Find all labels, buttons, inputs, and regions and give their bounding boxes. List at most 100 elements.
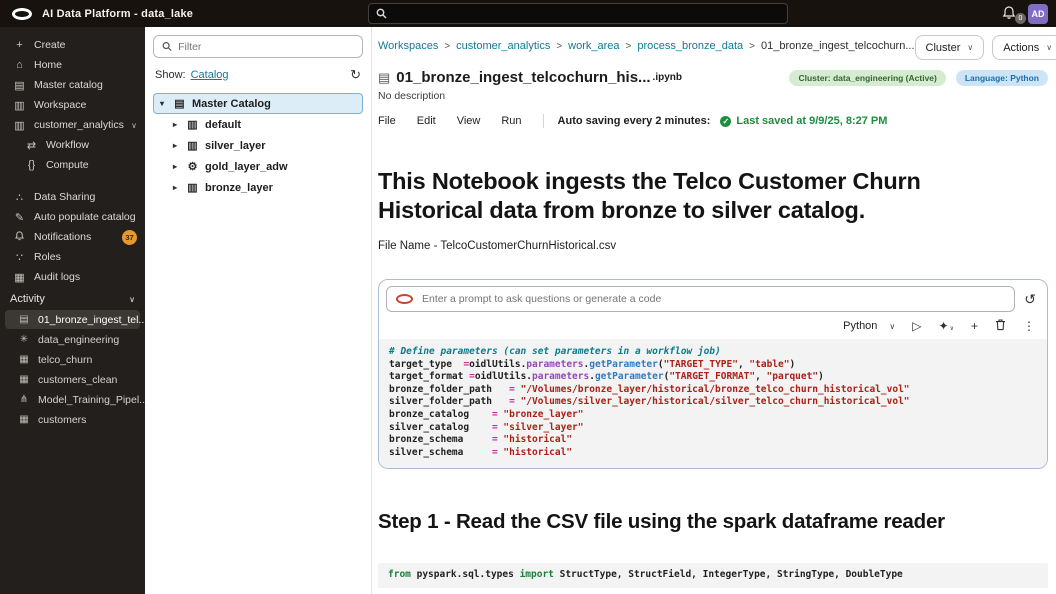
activity-item-table[interactable]: ▦ telco_churn: [5, 350, 140, 369]
caret-down-icon[interactable]: ▾: [160, 99, 172, 108]
sidebar-item-roles[interactable]: ∵ Roles: [0, 247, 145, 267]
plus-icon: +: [16, 39, 23, 51]
notebook-badges: Cluster: data_engineering (Active) Langu…: [789, 69, 1048, 86]
breadcrumb-work-area[interactable]: work_area: [568, 40, 619, 52]
sidebar-item-home[interactable]: ⌂ Home: [0, 55, 145, 75]
add-cell-icon[interactable]: +: [971, 320, 978, 332]
menu-view[interactable]: View: [457, 115, 481, 127]
spark-icon: ✳: [19, 334, 29, 345]
notebook-code-cell: ↺ Python ∨ ▷ ✦∨ +: [378, 279, 1048, 470]
history-icon[interactable]: ↺: [1024, 291, 1036, 308]
sidebar-item-data-sharing[interactable]: ∴ Data Sharing: [0, 187, 145, 207]
notifications-count-badge: 37: [122, 229, 137, 245]
catalog-view-link[interactable]: Catalog: [191, 69, 229, 81]
table-icon: ▦: [19, 414, 29, 425]
topbar-right: 0 AD: [1001, 0, 1048, 27]
workflow-icon: ⇄: [26, 139, 37, 152]
briefcase-icon: ▥: [14, 119, 25, 132]
ai-sparkle-icon[interactable]: ✦ ∨: [939, 320, 954, 332]
assistant-logo-icon: [396, 294, 413, 304]
table-icon: ▦: [19, 354, 29, 365]
catalog-icon: ▤: [174, 98, 185, 110]
tree-node-master-catalog[interactable]: ▾ ▤ Master Catalog: [153, 93, 363, 114]
global-search[interactable]: [368, 3, 788, 24]
notebook-title-row: ▤ 01_bronze_ingest_telcochurn_his... .ip…: [378, 69, 1048, 86]
search-icon: [162, 42, 172, 52]
chevron-down-icon: ∨: [967, 43, 974, 52]
sidebar-item-create[interactable]: + Create: [0, 35, 145, 55]
menu-run[interactable]: Run: [501, 115, 521, 127]
kebab-menu-icon[interactable]: ⋮: [1023, 320, 1035, 332]
catalog-filter-input[interactable]: [178, 40, 354, 53]
notebook-title: 01_bronze_ingest_telcochurn_his...: [396, 69, 651, 86]
home-icon: ⌂: [16, 59, 23, 71]
caret-right-icon[interactable]: ▸: [173, 141, 185, 150]
markdown-heading: This Notebook ingests the Telco Customer…: [378, 168, 921, 223]
breadcrumb-process-bronze-data[interactable]: process_bronze_data: [637, 40, 743, 52]
ai-prompt-box[interactable]: [386, 286, 1016, 312]
notebook-extension: .ipynb: [652, 72, 682, 83]
left-sidebar: + Create ⌂ Home ▤ Master catalog ▥ Works…: [0, 27, 145, 594]
catalog-filter[interactable]: [153, 35, 363, 58]
menu-file[interactable]: File: [378, 115, 396, 127]
breadcrumb-customer-analytics[interactable]: customer_analytics: [456, 40, 550, 52]
actions-dropdown[interactable]: Actions ∨: [992, 35, 1056, 60]
sidebar-item-customer-analytics[interactable]: ▥ customer_analytics ∨: [0, 115, 145, 135]
caret-right-icon[interactable]: ▸: [173, 183, 185, 192]
tree-node-default[interactable]: ▸ ▥ default: [153, 114, 363, 135]
caret-right-icon[interactable]: ▸: [173, 162, 185, 171]
tree-node-silver-layer[interactable]: ▸ ▥ silver_layer: [153, 135, 363, 156]
global-search-input[interactable]: [393, 8, 780, 19]
schema-icon: ▥: [187, 140, 198, 152]
show-label: Show:: [155, 69, 186, 81]
chevron-down-icon: ∨: [889, 321, 896, 331]
sidebar-item-master-catalog[interactable]: ▤ Master catalog: [0, 75, 145, 95]
refresh-icon[interactable]: ↻: [350, 67, 361, 83]
caret-right-icon[interactable]: ▸: [173, 120, 185, 129]
catalog-tree: ▾ ▤ Master Catalog ▸ ▥ default ▸ ▥ silve…: [153, 93, 363, 198]
share-icon: ∴: [16, 191, 23, 204]
cell-code-editor[interactable]: # Define parameters (can set parameters …: [379, 339, 1047, 469]
sidebar-item-auto-populate-catalog[interactable]: ✎ Auto populate catalog: [0, 207, 145, 227]
platform-logo-icon: [12, 7, 32, 20]
sidebar-item-notifications[interactable]: Notifications 37: [0, 227, 145, 247]
run-cell-icon[interactable]: ▷: [912, 320, 921, 332]
ai-prompt-input[interactable]: [422, 293, 1006, 305]
notifications-button[interactable]: 0: [1001, 5, 1026, 24]
activity-item-pipeline[interactable]: ⋔ Model_Training_Pipel...: [5, 390, 145, 409]
schema-gear-icon: ⚙: [187, 161, 198, 173]
sidebar-item-workflow[interactable]: ⇄ Workflow: [0, 135, 145, 155]
bell-count-badge: 0: [1015, 12, 1026, 24]
cluster-dropdown[interactable]: Cluster ∨: [914, 35, 985, 60]
activity-section-header[interactable]: Activity ∨: [0, 287, 145, 309]
cell-language-dropdown[interactable]: Python ∨: [843, 320, 895, 332]
tree-node-bronze-layer[interactable]: ▸ ▥ bronze_layer: [153, 177, 363, 198]
import-code-block[interactable]: from pyspark.sql.types import StructType…: [378, 563, 1048, 588]
catalog-icon: ▤: [14, 79, 25, 92]
breadcrumb-workspaces[interactable]: Workspaces: [378, 40, 438, 52]
sidebar-item-compute[interactable]: {} Compute: [0, 155, 145, 175]
user-avatar[interactable]: AD: [1028, 3, 1048, 24]
check-icon: ✓: [720, 115, 732, 127]
notebook-icon: ▤: [19, 314, 29, 325]
cluster-status-badge: Cluster: data_engineering (Active): [789, 69, 946, 86]
activity-item-cluster[interactable]: ✳ data_engineering: [5, 330, 140, 349]
notebook-description: No description: [378, 90, 446, 102]
table-icon: ▦: [19, 374, 29, 385]
sidebar-item-workspace[interactable]: ▥ Workspace: [0, 95, 145, 115]
activity-item-notebook[interactable]: ▤ 01_bronze_ingest_tel...: [5, 310, 145, 329]
breadcrumb-current: 01_bronze_ingest_telcochurn...: [761, 40, 915, 52]
language-badge: Language: Python: [955, 69, 1048, 86]
main-content: Workspaces > customer_analytics > work_area >…: [372, 27, 1056, 594]
chevron-down-icon: ∨: [1046, 43, 1053, 52]
delete-cell-icon[interactable]: [995, 319, 1006, 333]
tree-node-gold-layer-adw[interactable]: ▸ ⚙ gold_layer_adw: [153, 156, 363, 177]
sidebar-item-audit-logs[interactable]: ▦ Audit logs: [0, 267, 145, 287]
breadcrumb: Workspaces > customer_analytics > work_area >…: [378, 40, 915, 52]
menu-edit[interactable]: Edit: [417, 115, 436, 127]
schema-icon: ▥: [187, 182, 198, 194]
activity-item-table[interactable]: ▦ customers: [5, 410, 140, 429]
trash-icon: [996, 319, 1005, 331]
pencil-icon: ✎: [14, 211, 25, 224]
activity-item-table[interactable]: ▦ customers_clean: [5, 370, 140, 389]
